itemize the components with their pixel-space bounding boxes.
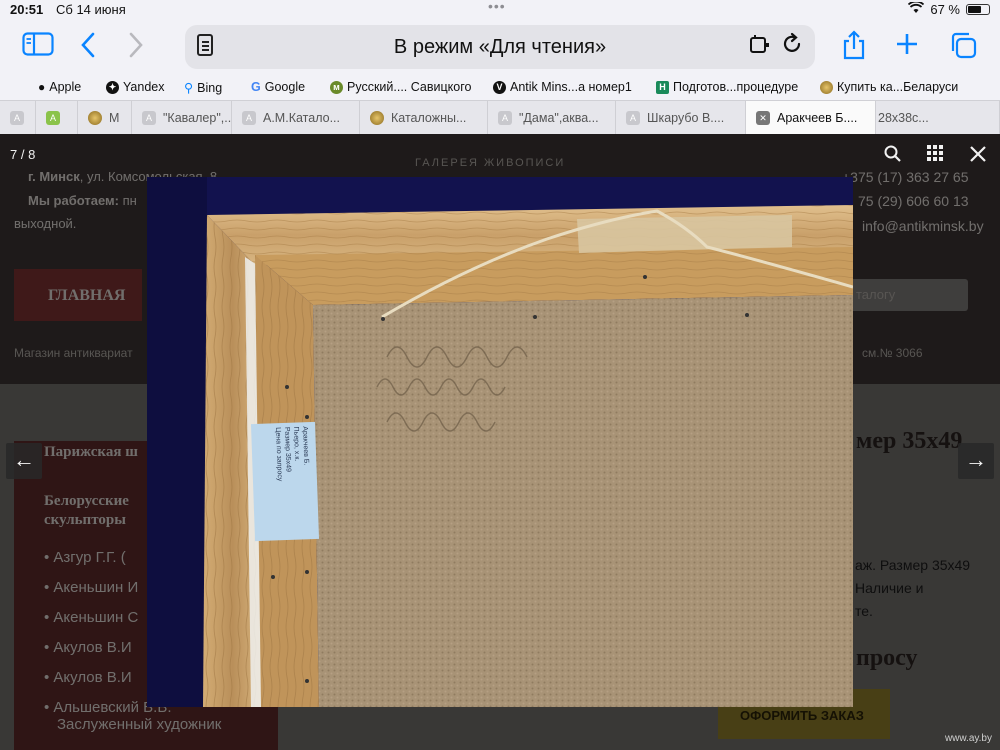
tab-favicon-icon: A [46,110,60,125]
tab-placeholder-icon: A [626,110,640,125]
tab-3[interactable]: М [78,101,132,134]
tab-1[interactable]: A [0,101,36,134]
favorite-kupit[interactable]: Купить ка...Беларуси [820,80,958,94]
battery-percent: 67 % [930,2,960,17]
coin-icon [370,110,384,125]
back-icon[interactable] [80,32,96,62]
new-tab-icon[interactable] [895,32,919,60]
coin-icon [820,80,833,94]
clock: 20:51 [10,2,44,17]
tab-2[interactable]: A [36,101,78,134]
watermark: www.ay.by [944,733,992,744]
tab-placeholder-icon: A [498,110,512,125]
arrow-right-icon: → [965,447,987,472]
tab-placeholder-icon: A [242,110,256,125]
tab-placeholder-icon: A [10,110,24,125]
sidebar-icon[interactable] [22,32,54,60]
image-counter: 7 / 8 [10,147,36,162]
extensions-icon[interactable] [749,35,771,61]
forward-icon[interactable] [128,32,144,62]
share-icon[interactable] [842,30,866,64]
lightbox-photo: Аракчеев Б. Пьеро, х.к. Размер 35х49 Цен… [147,177,853,707]
reload-icon[interactable] [781,32,803,62]
favorite-podgotovka[interactable]: H Подготов...процедуре [656,80,798,94]
status-bar: 20:51 Сб 14 июня ••• 67 % [0,0,1000,20]
grid-icon[interactable] [927,145,943,165]
tab-overview-icon[interactable] [949,31,977,63]
zoom-icon[interactable] [884,145,902,167]
search-icon: ⚲ [184,81,194,95]
favorite-russian-museum[interactable]: м Русский.... Савицкого [330,80,471,94]
favorites-bar: ● Apple ✦ Yandex ⚲ Bing G Google м Русский...… [0,76,1000,100]
museum-icon: м [330,80,343,94]
favorite-antik-minsk[interactable]: V Antik Mins...а номер1 [493,80,632,94]
favorite-bing[interactable]: ⚲ Bing [184,80,222,96]
close-icon[interactable] [969,145,987,167]
wifi-icon [908,0,925,17]
arrow-left-icon: ← [13,447,35,472]
yandex-icon: ✦ [106,80,119,94]
apple-icon: ● [38,80,46,94]
tab-8[interactable]: A Шкарубо В.... [616,101,746,134]
favorite-google[interactable]: G Google [251,80,305,94]
tab-7[interactable]: A "Дама",аква... [488,101,616,134]
tab-10[interactable]: 28х38с... [876,101,1000,134]
previous-image-button[interactable]: ← [6,443,42,479]
address-text[interactable]: В режим «Для чтения» [185,36,815,59]
next-image-button[interactable]: → [958,443,994,479]
h-icon: H [656,80,669,94]
antik-icon: V [493,80,506,94]
tab-bar: A A М A "Кавалер",... A А.М.Катало... Ката… [0,100,1000,134]
tab-5[interactable]: A А.М.Катало... [232,101,360,134]
multitasking-dots-icon[interactable]: ••• [488,0,506,14]
address-bar[interactable]: В режим «Для чтения» [185,25,815,69]
favorite-apple[interactable]: ● Apple [38,80,81,94]
tab-placeholder-icon: A [142,110,156,125]
price-label-sticker: Аракчеев Б. Пьеро, х.к. Размер 35х49 Цен… [250,421,320,542]
coin-icon [88,110,102,125]
tab-6[interactable]: Каталожны... [360,101,488,134]
close-tab-icon[interactable]: ✕ [756,110,770,125]
browser-toolbar: В режим «Для чтения» [0,20,1000,76]
google-icon: G [251,80,261,94]
battery-icon [966,4,990,15]
tab-active[interactable]: ✕ Аракчеев Б.... [746,101,876,134]
battery-level [968,6,982,13]
date: Сб 14 июня [56,2,126,17]
tab-4[interactable]: A "Кавалер",... [132,101,232,134]
favorite-yandex[interactable]: ✦ Yandex [106,80,164,94]
